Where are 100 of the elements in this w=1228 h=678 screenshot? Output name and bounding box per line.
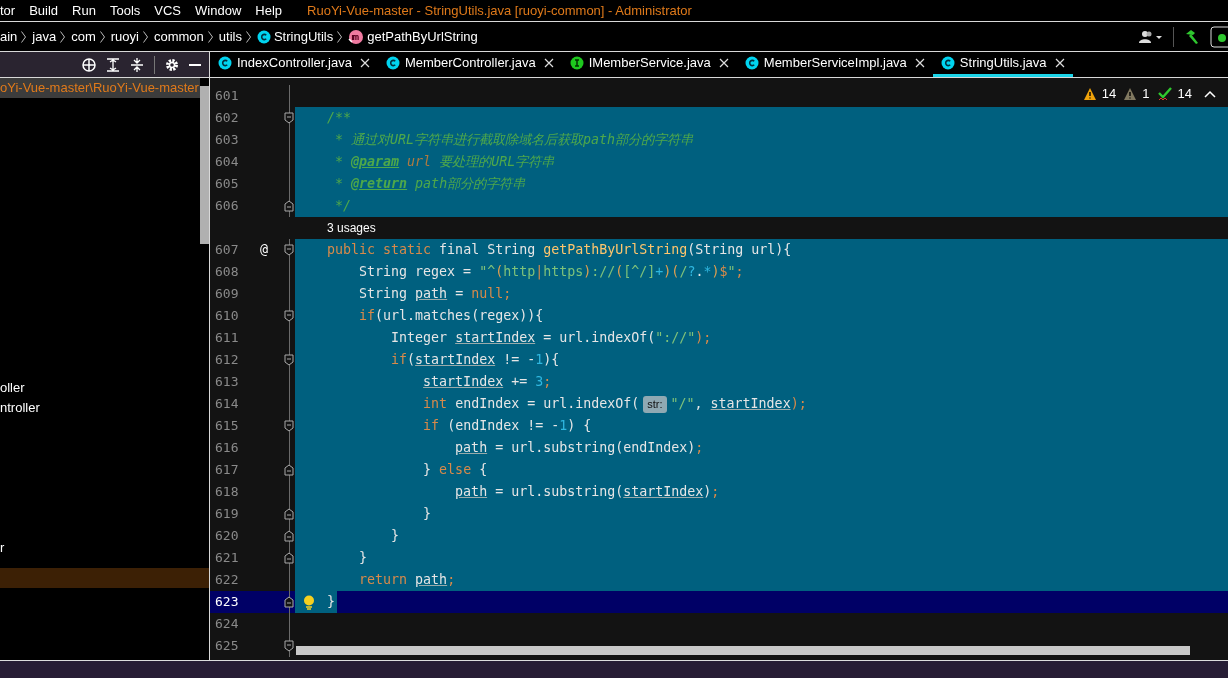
- line-number: 622: [214, 571, 240, 590]
- menu-item[interactable]: tor: [0, 0, 23, 21]
- editor-tab[interactable]: IMemberService.java: [561, 52, 737, 77]
- close-icon: [1054, 58, 1065, 68]
- typo-check-icon: [1157, 86, 1172, 101]
- class-icon: [385, 56, 400, 70]
- code-token: (: [495, 264, 504, 279]
- editor-tab[interactable]: MemberServiceImpl.java: [736, 52, 933, 77]
- code-token: ){: [543, 352, 560, 367]
- code-token: }: [423, 506, 432, 521]
- menu-item[interactable]: Help: [248, 0, 290, 21]
- code-token: /**: [327, 110, 352, 125]
- method-icon: [348, 28, 365, 45]
- annotation-marker[interactable]: @: [260, 240, 268, 260]
- tree-item[interactable]: r: [0, 538, 200, 558]
- menu-item[interactable]: Window: [188, 0, 249, 21]
- breadcrumb-item[interactable]: ruoyi: [110, 26, 139, 47]
- code-token: =: [455, 286, 465, 301]
- horizontal-scrollbar[interactable]: [296, 646, 1190, 655]
- code-token: $: [719, 264, 728, 279]
- typo-count[interactable]: 14: [1177, 84, 1192, 104]
- code-token: else: [439, 462, 473, 477]
- code-token: int: [423, 396, 449, 411]
- code-token: null;: [471, 286, 512, 301]
- code-token: |: [535, 264, 544, 279]
- breadcrumb-item[interactable]: ain: [0, 26, 18, 47]
- tree-item[interactable]: oYi-Vue-master\RuoYi-Vue-master: [0, 78, 200, 98]
- breadcrumb-item[interactable]: com: [71, 26, 96, 47]
- code-token: /: [679, 264, 688, 279]
- code-token: )(: [663, 264, 680, 279]
- line-number: 606: [214, 197, 240, 216]
- window-title: RuoYi-Vue-master - StringUtils.java [ruoyi-common] - Administrator: [307, 1, 692, 20]
- weak-warning-count[interactable]: 1: [1142, 84, 1150, 104]
- code-token: getPathByUrlString: [543, 242, 688, 257]
- breadcrumb-item[interactable]: StringUtils: [273, 26, 334, 47]
- line-number: 615: [214, 417, 240, 436]
- line-number: 623: [214, 593, 240, 612]
- breadcrumb-item[interactable]: common: [153, 26, 204, 47]
- hammer-icon: [1184, 28, 1200, 45]
- code-token: 1: [535, 352, 544, 367]
- tree-item[interactable]: oller: [0, 378, 200, 398]
- code-token: ;: [447, 572, 456, 587]
- code-token: ,: [694, 396, 704, 411]
- line-number: 608: [214, 263, 240, 282]
- code-token: endIndex = url.indexOf(: [455, 396, 640, 411]
- code-token: ;: [735, 264, 744, 279]
- code-token: != -: [503, 352, 536, 367]
- code-token: https: [543, 264, 584, 279]
- menu-item[interactable]: VCS: [147, 0, 189, 21]
- code-token: String: [359, 286, 409, 301]
- code-token: *: [335, 176, 345, 191]
- code-token: startIndex: [423, 374, 504, 389]
- code-token: return: [359, 572, 409, 587]
- usages-hint[interactable]: 3 usages: [327, 219, 376, 237]
- code-token: ): [583, 264, 592, 279]
- chevron-icon: [20, 29, 28, 44]
- scrollbar-thumb[interactable]: [200, 86, 209, 244]
- line-number: 617: [214, 461, 240, 480]
- code-token: );: [695, 330, 712, 345]
- code-token: (: [407, 352, 416, 367]
- chevron-icon: [244, 29, 252, 44]
- code-token: *: [703, 264, 712, 279]
- breadcrumb-item[interactable]: java: [32, 26, 57, 47]
- warning-count[interactable]: 14: [1101, 84, 1117, 104]
- code-token: path: [415, 572, 448, 587]
- chevron-icon: [59, 29, 67, 44]
- code-token: (String url){: [687, 242, 792, 257]
- line-number: 604: [214, 153, 240, 172]
- line-number: 614: [214, 395, 240, 414]
- code-token: path: [455, 484, 488, 499]
- chevron-icon: [206, 29, 214, 44]
- line-number: 601: [214, 87, 240, 106]
- breadcrumb-item[interactable]: utils: [218, 26, 242, 47]
- code-token: */: [335, 198, 352, 213]
- code-token: .: [695, 264, 704, 279]
- line-number: 611: [214, 329, 240, 348]
- menu-item[interactable]: Build: [22, 0, 66, 21]
- line-number: 620: [214, 527, 240, 546]
- chevron-icon: [336, 29, 344, 44]
- code-token: startIndex: [455, 330, 536, 345]
- menu-item[interactable]: Run: [65, 0, 103, 21]
- menu-item[interactable]: Tools: [102, 0, 148, 21]
- code-token: );: [790, 396, 807, 411]
- class-icon: [218, 56, 232, 70]
- code-token: if: [423, 418, 441, 433]
- code-token: final String: [439, 242, 537, 257]
- code-token: = url.substring(: [495, 484, 624, 499]
- line-number: 624: [214, 615, 240, 634]
- code-token: *: [335, 154, 345, 169]
- line-number: 618: [214, 483, 240, 502]
- code-token: ://: [591, 264, 616, 279]
- chevron-icon: [141, 29, 149, 44]
- editor-tab[interactable]: IndexController.java: [210, 52, 378, 77]
- code-token: @param: [351, 154, 400, 169]
- editor-tab[interactable]: MemberController.java: [377, 52, 562, 77]
- breadcrumb-item[interactable]: getPathByUrlString: [367, 26, 478, 47]
- code-token: http: [503, 264, 536, 279]
- close-icon: [914, 58, 925, 68]
- tree-item[interactable]: ntroller: [0, 398, 200, 418]
- code-token: {: [479, 462, 488, 477]
